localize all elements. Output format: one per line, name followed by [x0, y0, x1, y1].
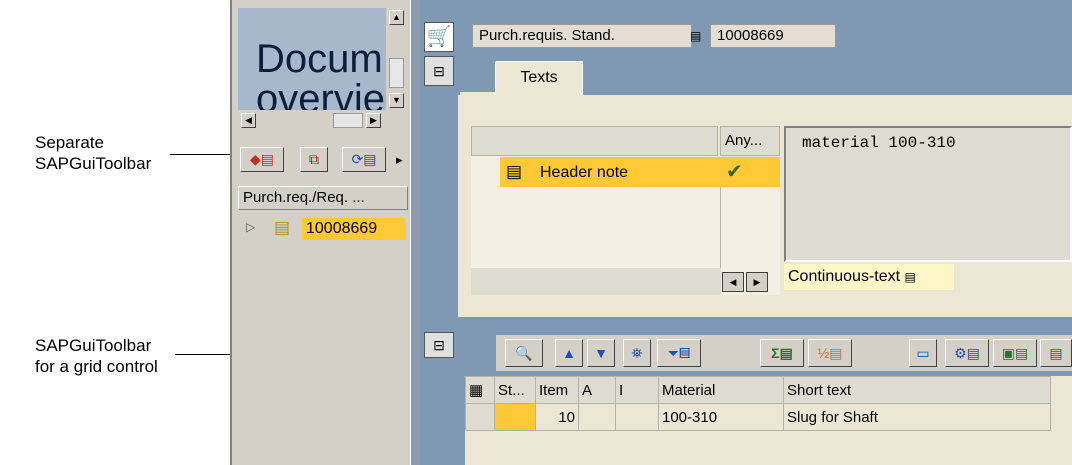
doc-overview-text-1: Docum — [256, 37, 383, 81]
scroll-right-icon[interactable]: ▶ — [366, 113, 381, 128]
row-selector[interactable] — [465, 403, 495, 431]
sort-ascending-icon: ▲ — [562, 345, 576, 361]
subtotal-icon: ½▤ — [817, 345, 843, 361]
select-all-icon[interactable]: ▦ — [465, 376, 495, 404]
scroll-left-icon-2[interactable]: ◀ — [722, 272, 744, 292]
doc-overview-panel: Docum overvie — [238, 8, 386, 111]
cell-a[interactable] — [578, 403, 616, 431]
tree-column-header[interactable]: Purch.req./Req. ... — [238, 186, 408, 210]
magnifier-icon: 🔍 — [515, 345, 533, 361]
cell-status[interactable] — [494, 403, 536, 431]
export-button[interactable]: ⚙▤ — [945, 339, 989, 367]
scroll-thumb[interactable] — [389, 58, 404, 88]
scroll-left-icon[interactable]: ◀ — [241, 113, 256, 128]
scroll-down-icon[interactable]: ▼ — [389, 93, 404, 108]
table-row[interactable]: 10 100-310 Slug for Shaft — [465, 403, 1051, 431]
tab-texts[interactable]: Texts — [495, 61, 583, 95]
copy-button[interactable]: ⧉ — [300, 147, 328, 172]
scroll-up-icon[interactable]: ▲ — [389, 10, 404, 25]
details-button[interactable]: 🔍 — [505, 339, 543, 367]
toolbar-more-icon[interactable]: ▸ — [396, 152, 403, 168]
filter-icon: ⏷▤ — [667, 345, 691, 361]
tree-item-document[interactable]: 10008669 — [302, 218, 406, 240]
total-button[interactable]: Σ▤ — [760, 339, 804, 367]
filter-button[interactable]: ⏷▤ — [657, 339, 701, 367]
layout-icon: ▣▤ — [1001, 345, 1029, 361]
print-button[interactable]: ▭ — [909, 339, 937, 367]
hscroll-thumb[interactable] — [333, 113, 363, 128]
document-icon: ▤ — [274, 218, 291, 237]
doc-type-field[interactable]: Purch.requis. Stand. — [472, 24, 692, 48]
callout-grid-toolbar: SAPGuiToolbar for a grid control — [35, 336, 158, 376]
any-column-header[interactable]: Any... — [720, 126, 780, 156]
sum-icon: Σ▤ — [771, 345, 793, 361]
grid-header-i[interactable]: I — [615, 376, 659, 404]
more-button[interactable]: ▤ — [1040, 339, 1072, 367]
cell-short-text[interactable]: Slug for Shaft — [783, 403, 1051, 431]
binoculars-icon: ⛯ — [631, 345, 643, 361]
doc-number-field[interactable]: 10008669 — [710, 24, 836, 48]
sort-desc-button[interactable]: ▼ — [587, 339, 615, 367]
text-format-field[interactable]: Continuous-text ▤ — [784, 264, 954, 290]
text-editor[interactable]: material 100-310 — [784, 126, 1072, 262]
text-type-label: Header note — [540, 164, 629, 181]
layout-button[interactable]: ▣▤ — [993, 339, 1037, 367]
cell-i[interactable] — [615, 403, 659, 431]
grid-table: ▦ St... Item A I Material Short text 10 … — [465, 376, 1051, 431]
collapse-grid-icon[interactable]: ⊟ — [424, 332, 454, 358]
callout-separate-toolbar: Separate SAPGuiToolbar — [35, 133, 152, 173]
grid: ▦ St... Item A I Material Short text 10 … — [465, 376, 1072, 465]
cart-icon[interactable]: 🛒 — [424, 22, 454, 52]
subtotal-button[interactable]: ½▤ — [808, 339, 852, 367]
sort-descending-icon: ▼ — [594, 345, 608, 361]
doc-vscroll[interactable]: ▲ ▼ — [386, 8, 408, 111]
more-icon: ▤ — [1049, 345, 1063, 361]
cell-material[interactable]: 100-310 — [658, 403, 784, 431]
text-types-footer — [471, 268, 721, 295]
note-icon: ▤ — [506, 162, 523, 181]
checkmark-icon: ✔ — [720, 157, 780, 187]
cell-item[interactable]: 10 — [535, 403, 579, 431]
grid-header-short-text[interactable]: Short text — [783, 376, 1051, 404]
text-format-dropdown-icon[interactable]: ▤ — [905, 270, 916, 284]
tree-expand-icon[interactable]: ▷ — [246, 220, 255, 234]
refresh-button[interactable]: ⟳▤ — [342, 147, 386, 172]
grid-header-a[interactable]: A — [578, 376, 616, 404]
print-preview-icon: ▭ — [916, 345, 930, 361]
multi-object-icon: ◆▤ — [250, 151, 274, 167]
doc-hscroll[interactable]: ◀ ▶ — [238, 110, 386, 130]
scroll-right-icon-2[interactable]: ▶ — [746, 272, 768, 292]
text-format-label: Continuous-text — [788, 268, 901, 285]
text-types-header — [471, 126, 718, 156]
grid-header-item[interactable]: Item — [535, 376, 579, 404]
grid-header-material[interactable]: Material — [658, 376, 784, 404]
sort-asc-button[interactable]: ▲ — [555, 339, 583, 367]
splitter[interactable] — [410, 0, 420, 465]
doc-overview-text-2: overvie — [256, 77, 385, 111]
copy-icon: ⧉ — [309, 151, 319, 167]
doc-type-dropdown-icon[interactable]: ▤ — [690, 26, 706, 46]
collapse-header-icon[interactable]: ⊟ — [424, 56, 454, 86]
grid-header-status[interactable]: St... — [494, 376, 536, 404]
find-button[interactable]: ⛯ — [623, 339, 651, 367]
export-icon: ⚙▤ — [954, 345, 980, 361]
refresh-icon: ⟳▤ — [351, 151, 377, 167]
tree-action-button[interactable]: ◆▤ — [240, 147, 284, 172]
